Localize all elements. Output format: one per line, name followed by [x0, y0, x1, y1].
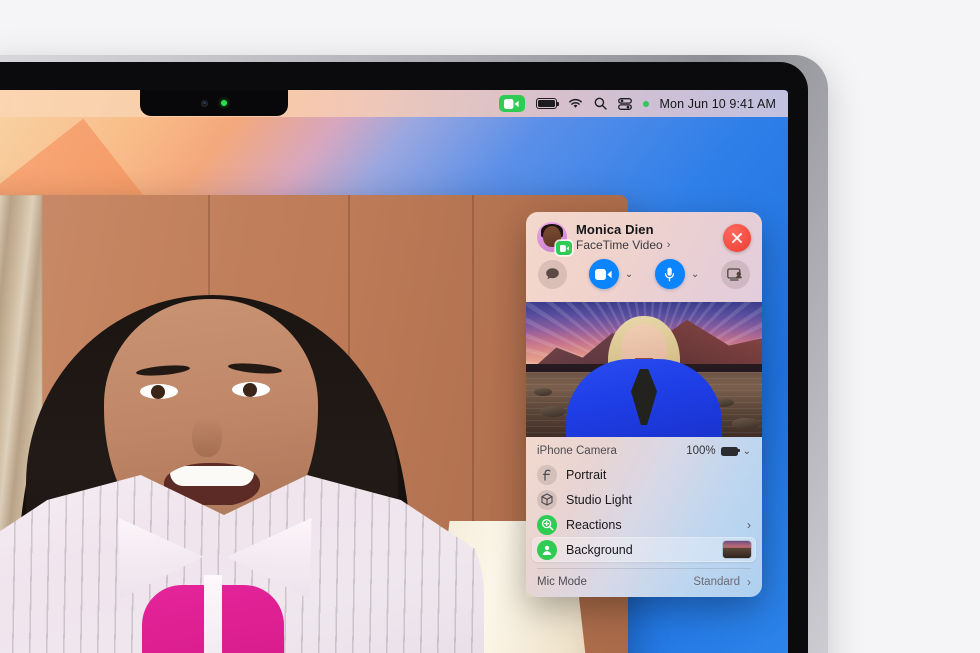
display-notch	[140, 90, 288, 116]
wifi-icon[interactable]	[568, 98, 583, 109]
cube-icon	[537, 489, 557, 510]
mic-toggle-button[interactable]	[654, 259, 685, 290]
reactions-icon	[537, 514, 557, 535]
end-call-button[interactable]	[723, 224, 751, 252]
effect-label: Background	[566, 542, 633, 557]
facetime-control-popup[interactable]: Monica Dien FaceTime Video › ⌄ ⌄ iPhone …	[526, 212, 762, 597]
search-icon[interactable]	[594, 97, 607, 110]
mic-mode-row[interactable]: Mic Mode Standard ›	[526, 569, 762, 589]
battery-icon[interactable]	[535, 98, 559, 109]
camera-lens-icon	[201, 99, 208, 107]
mic-options-chevron-icon[interactable]: ⌄	[691, 269, 699, 280]
menu-bar-clock[interactable]: Mon Jun 10 9:41 AM	[660, 97, 776, 111]
video-options-chevron-icon[interactable]: ⌄	[625, 269, 633, 280]
effect-row-portrait[interactable]: Portrait	[532, 462, 756, 487]
control-center-icon[interactable]	[617, 97, 632, 110]
chevron-right-icon: ›	[666, 238, 671, 251]
call-type-label: FaceTime Video	[576, 238, 663, 253]
facetime-menu-icon[interactable]	[498, 95, 525, 112]
mic-mode-value: Standard	[693, 576, 740, 588]
popup-header: Monica Dien FaceTime Video › ⌄ ⌄	[526, 212, 762, 302]
screenshot-root: Mon Jun 10 9:41 AM Monica Dien FaceTime …	[0, 0, 980, 653]
green-camera-led-icon	[221, 100, 227, 106]
call-controls-row: ⌄ ⌄	[526, 252, 762, 296]
effect-label: Reactions	[566, 517, 622, 532]
battery-icon	[720, 446, 741, 456]
self-view-preview[interactable]	[526, 302, 762, 437]
chevron-right-icon[interactable]: ›	[747, 575, 751, 589]
avatar	[537, 222, 572, 256]
caller-name: Monica Dien	[576, 222, 654, 237]
background-thumbnail[interactable]	[723, 541, 751, 558]
share-screen-button[interactable]	[720, 259, 750, 289]
call-type-row[interactable]: FaceTime Video ›	[576, 238, 670, 252]
video-toggle-button[interactable]	[588, 259, 619, 290]
chevron-down-icon[interactable]: ⌄	[743, 446, 751, 457]
messages-button[interactable]	[538, 259, 567, 289]
effects-menu: iPhone Camera 100% ⌄ Portrait Studio Lig…	[526, 437, 762, 597]
effect-label: Portrait	[566, 467, 607, 482]
camera-source-label: iPhone Camera	[537, 445, 617, 457]
effect-row-background[interactable]: Background	[532, 537, 756, 562]
facetime-badge-icon	[556, 241, 572, 256]
camera-battery-percent: 100%	[686, 445, 716, 457]
aperture-f-icon	[537, 464, 557, 485]
menu-bar: Mon Jun 10 9:41 AM	[0, 90, 788, 117]
person-portrait-icon	[537, 539, 557, 560]
green-indicator-dot	[642, 100, 649, 107]
laptop-screen: Mon Jun 10 9:41 AM Monica Dien FaceTime …	[0, 90, 788, 653]
effect-label: Studio Light	[566, 492, 633, 507]
effect-row-reactions[interactable]: Reactions ›	[532, 512, 756, 537]
chevron-right-icon[interactable]: ›	[747, 518, 751, 532]
mic-mode-label: Mic Mode	[537, 576, 587, 588]
effect-row-studio-light[interactable]: Studio Light	[532, 487, 756, 512]
camera-source-header[interactable]: iPhone Camera 100% ⌄	[526, 437, 762, 462]
